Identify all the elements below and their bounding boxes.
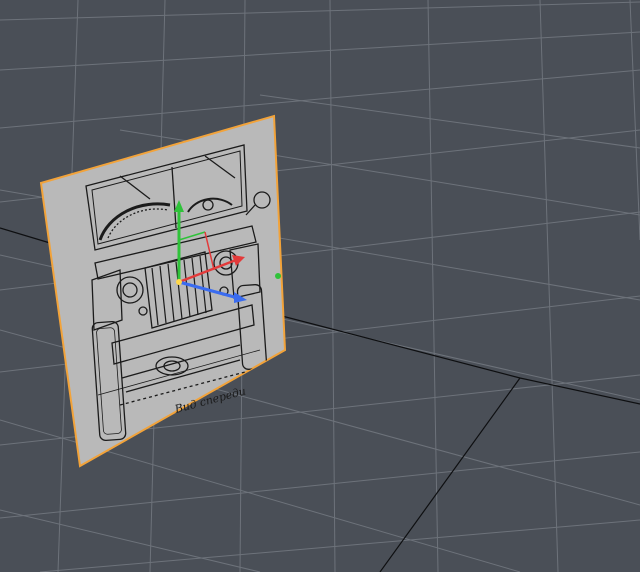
plane-edge-marker bbox=[275, 273, 281, 279]
3d-viewport[interactable]: Вид спереди bbox=[0, 0, 640, 572]
gizmo-center-handle[interactable] bbox=[176, 279, 182, 285]
